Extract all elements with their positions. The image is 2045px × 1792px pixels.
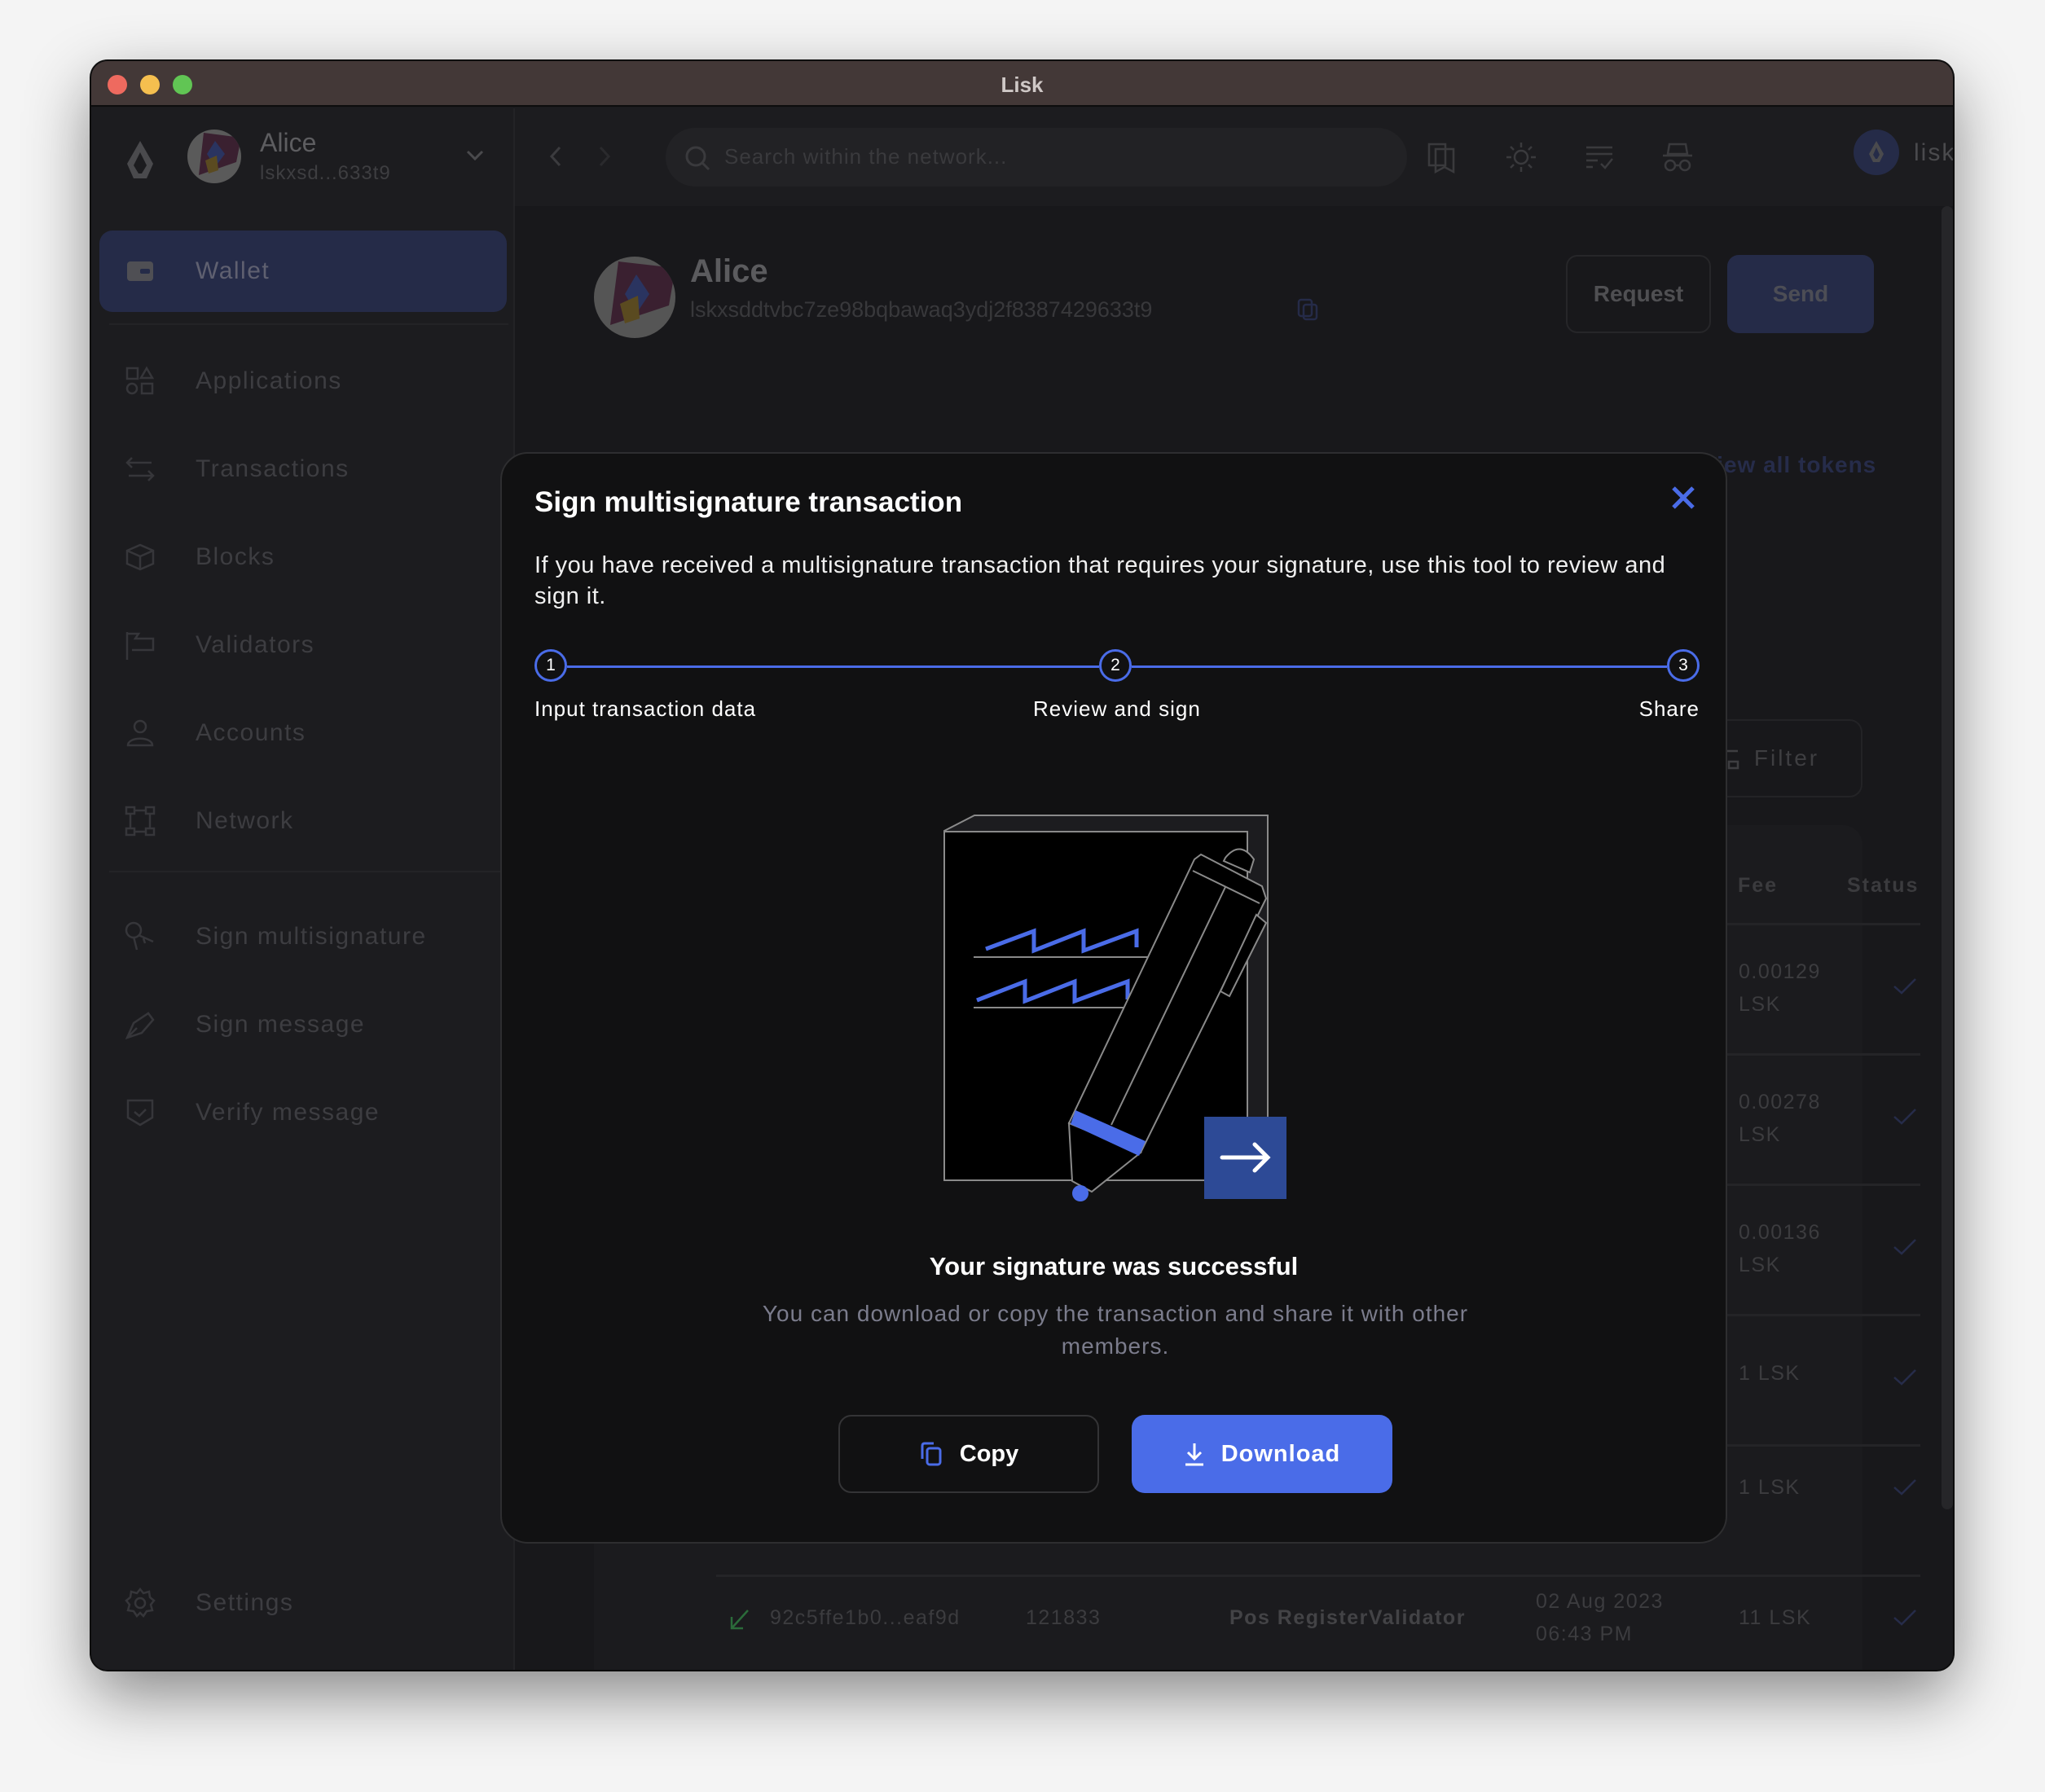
download-icon	[1185, 1443, 1203, 1466]
success-subtitle: You can download or copy the transaction…	[762, 1301, 1469, 1359]
scrollbar[interactable]	[1942, 206, 1953, 1509]
sidebar-item-wallet[interactable]: Wallet	[99, 231, 507, 312]
account-address: lskxsd...633t9	[260, 162, 391, 184]
blocks-icon	[125, 543, 155, 571]
table-row[interactable]: 0.00129 LSK	[1739, 955, 1828, 1021]
forward-arrow-icon[interactable]	[596, 144, 613, 169]
profile-address: lskxsddtvbc7ze98bqbawaq3ydj2f8387429633t…	[690, 297, 1153, 322]
step-2-indicator: 2	[1099, 649, 1132, 682]
sign-multisignature-modal: Sign multisignature transaction If you h…	[500, 452, 1727, 1544]
search-icon	[685, 146, 710, 171]
sidebar-item-settings[interactable]: Settings	[99, 1562, 507, 1644]
modal-title: Sign multisignature transaction	[534, 486, 963, 518]
validators-icon	[125, 632, 155, 660]
sidebar-item-network[interactable]: Network	[99, 780, 507, 862]
divider	[109, 323, 508, 325]
window-title: Lisk	[1001, 72, 1044, 97]
success-title: Your signature was successful	[929, 1252, 1299, 1280]
account-switcher[interactable]: Alice lskxsd...633t9	[91, 108, 515, 206]
download-button[interactable]: Download	[1132, 1415, 1392, 1493]
view-all-tokens-link[interactable]: View all tokens	[1701, 452, 1876, 478]
column-header-fee: Fee	[1738, 874, 1779, 897]
lisk-logo-icon	[127, 141, 153, 178]
divider	[109, 871, 508, 872]
check-icon	[1893, 1610, 1916, 1626]
incognito-icon[interactable]	[1661, 141, 1694, 173]
sidebar-item-transactions[interactable]: Transactions	[99, 428, 507, 510]
step-3-label: Share	[1638, 696, 1700, 721]
network-label[interactable]: lisk_mainchain	[1914, 139, 1953, 167]
signature-illustration	[943, 815, 1286, 1201]
avatar	[187, 130, 241, 183]
sidebar-item-validators[interactable]: Validators	[99, 604, 507, 686]
modal-description: If you have received a multisignature tr…	[534, 552, 1666, 609]
pen-icon	[125, 1012, 155, 1040]
title-bar: Lisk	[91, 61, 1953, 107]
step-connector	[567, 665, 1099, 668]
step-3-indicator: 3	[1667, 649, 1700, 682]
check-icon	[1893, 1239, 1916, 1255]
key-icon	[125, 921, 154, 951]
theme-toggle-icon[interactable]	[1505, 141, 1537, 173]
wallet-icon	[127, 261, 153, 281]
table-row[interactable]: 0.00136 LSK	[1739, 1216, 1828, 1281]
pending-transactions-icon[interactable]	[1583, 141, 1616, 173]
step-connector	[1132, 665, 1667, 668]
chevron-down-icon	[466, 150, 484, 161]
table-row[interactable]: 1 LSK	[1739, 1357, 1801, 1390]
stepper: 1 2 3 Input transaction data Review and …	[534, 649, 1700, 731]
step-1-indicator: 1	[534, 649, 567, 682]
shield-check-icon	[126, 1099, 154, 1127]
network-icon	[125, 806, 156, 837]
sidebar-item-accounts[interactable]: Accounts	[99, 692, 507, 774]
copy-button[interactable]: Copy	[838, 1415, 1099, 1493]
column-header-status: Status	[1847, 874, 1920, 897]
back-arrow-icon[interactable]	[548, 144, 564, 169]
sidebar-item-blocks[interactable]: Blocks	[99, 516, 507, 598]
top-bar: Search within the network... lisk_mainch…	[515, 108, 1953, 206]
request-button[interactable]: Request	[1566, 255, 1711, 333]
check-icon	[1893, 1369, 1916, 1386]
profile-name: Alice	[690, 253, 768, 289]
row-divider	[716, 1575, 1920, 1577]
search-input[interactable]: Search within the network...	[666, 128, 1407, 187]
account-name: Alice	[260, 128, 317, 157]
check-icon	[1893, 1479, 1916, 1496]
step-2-label: Review and sign	[1033, 696, 1201, 721]
sidebar-item-verify-message[interactable]: Verify message	[99, 1072, 507, 1153]
sidebar-item-applications[interactable]: Applications	[99, 340, 507, 422]
incoming-arrow-icon	[730, 1610, 749, 1630]
sidebar-item-sign-message[interactable]: Sign message	[99, 984, 507, 1065]
profile-avatar	[594, 257, 675, 338]
send-button[interactable]: Send	[1727, 255, 1874, 333]
applications-icon	[125, 366, 155, 395]
sidebar-item-sign-multisignature[interactable]: Sign multisignature	[99, 896, 507, 977]
table-row[interactable]: 0.00278 LSK	[1739, 1086, 1828, 1151]
accounts-icon	[126, 719, 154, 747]
copy-address-icon[interactable]	[1295, 297, 1320, 322]
gear-icon	[125, 1587, 156, 1618]
copy-icon	[921, 1442, 942, 1466]
transactions-icon	[125, 457, 155, 481]
network-switcher-icon[interactable]	[1854, 130, 1899, 175]
check-icon	[1893, 1109, 1916, 1125]
sidebar: Alice lskxsd...633t9 Wallet Applications…	[91, 108, 515, 1670]
close-icon[interactable]	[1667, 481, 1700, 514]
bookmarks-icon[interactable]	[1426, 141, 1458, 173]
app-window: Lisk Alice lskxsd...633t9 Wallet Applica…	[91, 61, 1953, 1670]
step-1-label: Input transaction data	[534, 696, 757, 721]
check-icon	[1893, 978, 1916, 995]
